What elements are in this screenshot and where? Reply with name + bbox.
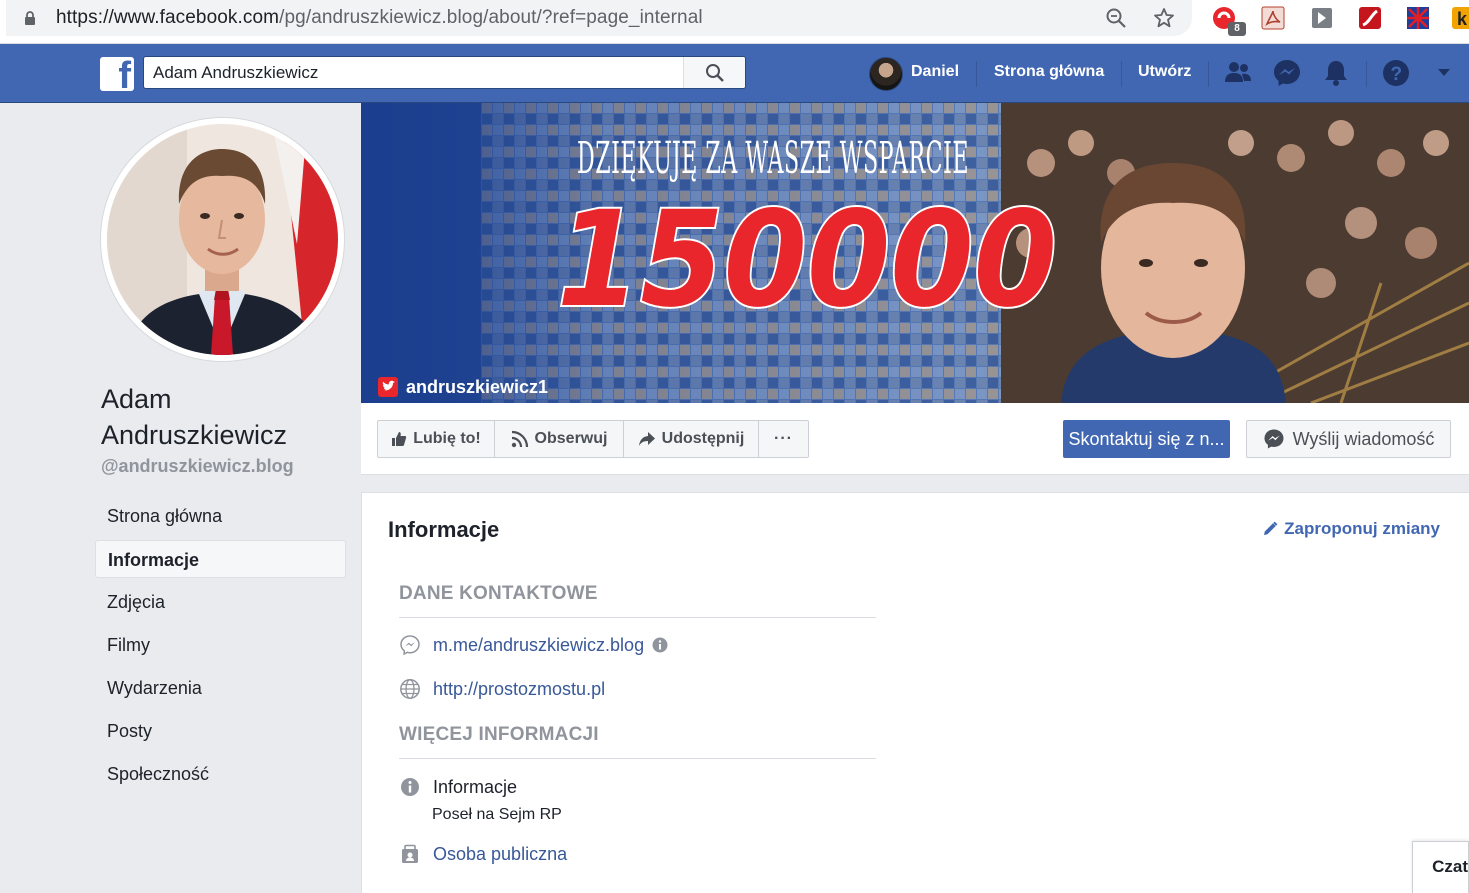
info-circle-icon [401, 778, 419, 796]
search-box [143, 56, 746, 89]
cover-number: 150000 [557, 183, 1057, 337]
create-link[interactable]: Utwórz [1138, 63, 1191, 81]
twitter-icon [378, 377, 398, 397]
more-options-button[interactable]: ··· [758, 420, 809, 458]
divider [399, 758, 876, 759]
sidebar-item-about[interactable]: Informacje [95, 540, 346, 578]
nav-divider [976, 61, 977, 87]
chat-label: Czat [1432, 857, 1468, 876]
pdf-extension-icon[interactable] [1260, 5, 1286, 31]
about-card: Informacje Zaproponuj zmiany DANE KONTAK… [361, 492, 1469, 893]
nav-divider [1208, 61, 1209, 87]
rss-icon [511, 430, 528, 448]
divider [399, 617, 876, 618]
bookmark-star-icon[interactable] [1152, 6, 1176, 30]
share-button[interactable]: Udostępnij [623, 420, 759, 458]
search-input[interactable] [153, 63, 673, 83]
facebook-logo-icon[interactable]: f [100, 57, 134, 91]
like-button[interactable]: Lubię to! [377, 420, 495, 458]
follow-label: Obserwuj [534, 430, 608, 447]
extension-badge: 8 [1228, 22, 1246, 36]
profile-picture[interactable] [101, 118, 344, 361]
notifications-bell-icon[interactable] [1321, 58, 1351, 88]
suggest-edits-link[interactable]: Zaproponuj zmiany [1262, 519, 1440, 539]
website-link[interactable]: http://prostozmostu.pl [433, 679, 605, 700]
globe-icon [400, 679, 420, 699]
sidebar-item-videos[interactable]: Filmy [95, 626, 346, 664]
nav-divider [1121, 61, 1122, 87]
search-button[interactable] [683, 57, 745, 88]
pencil-icon [1264, 521, 1278, 535]
zoom-icon[interactable] [1104, 6, 1128, 30]
sidebar-item-photos[interactable]: Zdjęcia [95, 583, 346, 621]
contact-section-heading: DANE KONTAKTOWE [399, 583, 598, 604]
url-text[interactable]: https://www.facebook.com/pg/andruszkiewi… [56, 7, 703, 29]
messenger-link[interactable]: m.me/andruszkiewicz.blog [433, 635, 644, 656]
cover-card: DZIĘKUJĘ ZA WASZE WSPARCIE 150000 andrus… [361, 103, 1469, 475]
media-extension-icon[interactable] [1309, 5, 1335, 31]
profile-photo [107, 124, 338, 355]
category-row: Osoba publiczna [399, 843, 567, 865]
more-options-icon: ··· [774, 430, 793, 447]
page-title[interactable]: Adam Andruszkiewicz [101, 381, 341, 453]
sidebar-item-events[interactable]: Wydarzenia [95, 669, 346, 707]
sidebar-item-posts[interactable]: Posty [95, 712, 346, 750]
sidebar-item-home[interactable]: Strona główna [95, 497, 346, 535]
lock-icon [25, 11, 35, 25]
sidebar-item-community[interactable]: Społeczność [95, 755, 346, 793]
messenger-icon [1264, 429, 1284, 449]
page-username[interactable]: @andruszkiewicz.blog [101, 456, 294, 477]
search-icon [706, 64, 724, 82]
svg-text:?: ? [1391, 64, 1403, 85]
flash-extension-icon[interactable] [1357, 5, 1383, 31]
user-avatar[interactable] [869, 57, 903, 91]
about-title: Informacje [388, 517, 500, 542]
more-info-section-heading: WIĘCEJ INFORMACJI [399, 724, 599, 745]
category-link[interactable]: Osoba publiczna [433, 844, 567, 865]
suggest-edits-label: Zaproponuj zmiany [1284, 519, 1440, 538]
contact-label: Skontaktuj się z n... [1068, 428, 1225, 449]
nav-divider [1366, 61, 1367, 87]
about-info-row: Informacje [399, 776, 517, 798]
share-label: Udostępnij [661, 430, 745, 447]
home-link[interactable]: Strona główna [994, 63, 1104, 81]
messenger-icon[interactable] [1272, 58, 1302, 88]
svg-text:k: k [1457, 9, 1468, 29]
cover-headline: DZIĘKUJĘ ZA WASZE WSPARCIE [577, 133, 969, 184]
profile-link[interactable]: Daniel [911, 63, 959, 81]
page-sidebar-nav: Strona główna Informacje Zdjęcia Filmy W… [95, 497, 346, 798]
send-message-label: Wyślij wiadomość [1292, 428, 1435, 449]
info-icon[interactable] [652, 637, 668, 653]
facebook-header: f Daniel Strona główna Utwórz ? [0, 44, 1469, 103]
chat-tab[interactable]: Czat [1412, 841, 1469, 893]
k-extension-icon[interactable]: k [1450, 5, 1469, 31]
share-arrow-icon [638, 432, 655, 446]
about-info-label: Informacje [433, 776, 518, 797]
browser-toolbar: https://www.facebook.com/pg/andruszkiewi… [0, 0, 1469, 44]
twitter-handle-text: andruszkiewicz1 [406, 376, 549, 397]
cover-image: DZIĘKUJĘ ZA WASZE WSPARCIE 150000 [361, 103, 1469, 403]
about-info-value: Poseł na Sejm RP [432, 806, 562, 823]
cover-photo[interactable]: DZIĘKUJĘ ZA WASZE WSPARCIE 150000 [361, 103, 1469, 403]
puzzle-extension-icon[interactable] [1405, 5, 1431, 31]
category-tag-icon [402, 844, 418, 863]
thumbs-up-icon [392, 432, 407, 446]
send-message-button[interactable]: Wyślij wiadomość [1246, 420, 1451, 458]
messenger-outline-icon [400, 635, 420, 656]
cover-twitter-handle: andruszkiewicz1 [378, 377, 548, 397]
website-row: http://prostozmostu.pl [399, 678, 605, 700]
address-bar[interactable]: https://www.facebook.com/pg/andruszkiewi… [6, 0, 1192, 36]
contact-button[interactable]: Skontaktuj się z n... [1063, 420, 1230, 458]
help-icon[interactable]: ? [1381, 58, 1411, 88]
messenger-row: m.me/andruszkiewicz.blog [399, 634, 668, 656]
friend-requests-icon[interactable] [1223, 58, 1253, 88]
chevron-down-icon[interactable] [1437, 68, 1451, 78]
follow-button[interactable]: Obserwuj [494, 420, 624, 458]
like-label: Lubię to! [413, 430, 481, 447]
